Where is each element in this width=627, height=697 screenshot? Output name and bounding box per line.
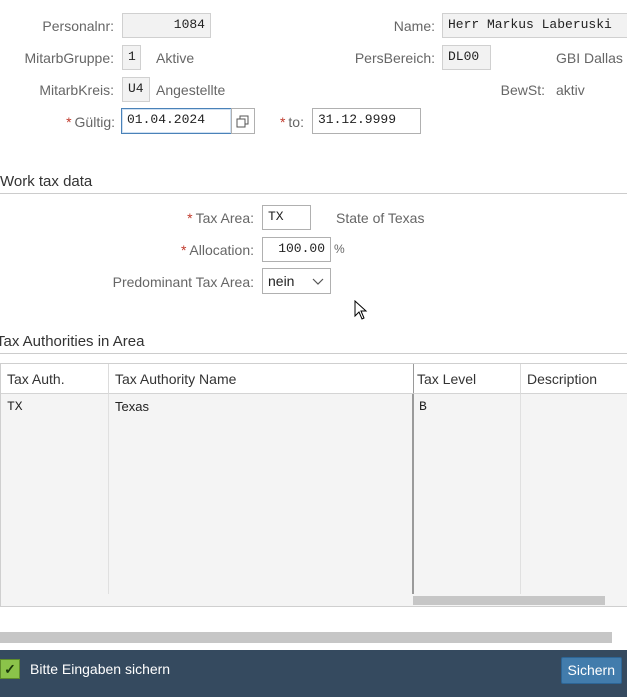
work-tax-section-title: Work tax data xyxy=(0,173,93,190)
description-cell[interactable] xyxy=(521,469,627,494)
tax-area-text: State of Texas xyxy=(336,210,425,226)
description-cell[interactable] xyxy=(521,419,627,444)
authorities-section-title: Tax Authorities in Area xyxy=(0,333,145,350)
chevron-down-icon xyxy=(312,278,324,285)
tax-authority-name-cell[interactable] xyxy=(109,469,414,494)
description-cell[interactable] xyxy=(521,394,627,419)
required-marker: * xyxy=(279,114,286,130)
predominant-value: nein xyxy=(268,273,295,289)
mitarbkreis-text: Angestellte xyxy=(156,82,226,98)
allocation-label: * Allocation: xyxy=(150,242,254,258)
table-row[interactable] xyxy=(1,544,627,569)
tax-auth-cell[interactable] xyxy=(1,519,109,544)
tax-authority-name-cell[interactable]: Texas xyxy=(109,394,414,419)
tax-authority-name-cell[interactable] xyxy=(109,419,414,444)
table-row[interactable] xyxy=(1,519,627,544)
authorities-table: Tax Auth. Tax Authority Name Tax Level D… xyxy=(0,363,627,607)
mitarbgruppe-label: MitarbGruppe: xyxy=(24,50,114,66)
table-row[interactable] xyxy=(1,419,627,444)
table-row[interactable] xyxy=(1,494,627,519)
tax-level-cell[interactable]: B xyxy=(414,394,521,419)
mitarbkreis-label: MitarbKreis: xyxy=(39,82,114,98)
gueltig-label: * Gültig: xyxy=(30,114,115,130)
description-cell[interactable] xyxy=(521,569,627,594)
column-header-tax-level[interactable]: Tax Level xyxy=(414,364,521,394)
to-label: * to: xyxy=(260,114,304,130)
tax-auth-cell[interactable] xyxy=(1,419,109,444)
table-row[interactable] xyxy=(1,569,627,594)
bewst-text: aktiv xyxy=(556,82,585,98)
predominant-select[interactable]: nein xyxy=(262,268,331,294)
tax-level-cell[interactable] xyxy=(414,519,521,544)
tax-auth-cell[interactable] xyxy=(1,494,109,519)
section-divider xyxy=(0,353,627,354)
tax-area-label-text: Tax Area: xyxy=(195,210,254,226)
tax-auth-cell[interactable] xyxy=(1,444,109,469)
mouse-pointer-icon xyxy=(354,300,368,320)
tax-level-cell[interactable] xyxy=(414,469,521,494)
bewst-label: BewSt: xyxy=(500,82,545,98)
allocation-input[interactable]: 100.00 xyxy=(262,237,331,262)
tax-auth-cell[interactable] xyxy=(1,569,109,594)
page-horizontal-scrollbar[interactable] xyxy=(0,632,612,643)
tax-authority-name-cell[interactable] xyxy=(109,544,414,569)
persbereich-code[interactable]: DL00 xyxy=(442,45,491,70)
name-label: Name: xyxy=(393,18,435,34)
status-bar: ✓ Bitte Eingaben sichern Sichern xyxy=(0,650,627,697)
save-button[interactable]: Sichern xyxy=(560,657,622,684)
gueltig-label-text: Gültig: xyxy=(74,114,115,130)
table-row[interactable] xyxy=(1,469,627,494)
to-label-text: to: xyxy=(288,114,304,130)
mitarbgruppe-code[interactable]: 1 xyxy=(122,45,141,70)
tax-authority-name-cell[interactable] xyxy=(109,494,414,519)
required-marker: * xyxy=(187,210,193,226)
description-cell[interactable] xyxy=(521,519,627,544)
column-header-tax-authority-name[interactable]: Tax Authority Name xyxy=(109,364,415,394)
tax-level-cell[interactable] xyxy=(414,494,521,519)
column-header-description[interactable]: Description xyxy=(521,364,627,394)
column-header-tax-auth[interactable]: Tax Auth. xyxy=(1,364,109,394)
description-cell[interactable] xyxy=(521,544,627,569)
success-check-icon: ✓ xyxy=(0,659,20,679)
tax-level-cell[interactable] xyxy=(414,444,521,469)
tax-area-input[interactable]: TX xyxy=(262,205,311,230)
tax-level-cell[interactable] xyxy=(414,419,521,444)
status-message: Bitte Eingaben sichern xyxy=(30,661,171,677)
personalnr-label: Personalnr: xyxy=(42,18,114,34)
persbereich-text: GBI Dallas xyxy=(556,50,623,66)
personalnr-field[interactable]: 1084 xyxy=(122,13,211,38)
tax-authority-name-cell[interactable] xyxy=(109,569,414,594)
tax-authority-name-cell[interactable] xyxy=(109,519,414,544)
tax-auth-cell[interactable]: TX xyxy=(1,394,109,419)
table-row[interactable] xyxy=(1,444,627,469)
persbereich-label: PersBereich: xyxy=(354,50,435,66)
to-date-input[interactable]: 31.12.9999 xyxy=(312,108,421,134)
copy-calendar-icon xyxy=(236,115,249,128)
table-scroll-thumb[interactable] xyxy=(413,596,605,605)
tax-auth-cell[interactable] xyxy=(1,469,109,494)
allocation-label-text: Allocation: xyxy=(189,242,254,258)
table-row[interactable]: TX Texas B xyxy=(1,394,627,419)
section-divider xyxy=(0,193,627,194)
tax-authority-name-cell[interactable] xyxy=(109,444,414,469)
date-picker-button[interactable] xyxy=(231,108,255,134)
required-marker: * xyxy=(66,114,72,130)
allocation-unit: % xyxy=(334,242,345,256)
mitarbkreis-code[interactable]: U4 xyxy=(122,77,150,102)
description-cell[interactable] xyxy=(521,494,627,519)
required-marker: * xyxy=(180,242,187,258)
tax-area-label: * Tax Area: xyxy=(150,210,254,226)
gueltig-date-input[interactable]: 01.04.2024 xyxy=(121,108,232,134)
mitarbgruppe-text: Aktive xyxy=(156,50,195,66)
tax-level-cell[interactable] xyxy=(414,544,521,569)
predominant-label: Predominant Tax Area: xyxy=(112,274,254,290)
tax-auth-cell[interactable] xyxy=(1,544,109,569)
description-cell[interactable] xyxy=(521,444,627,469)
tax-level-cell[interactable] xyxy=(414,569,521,594)
name-field[interactable]: Herr Markus Laberuski xyxy=(442,13,627,38)
